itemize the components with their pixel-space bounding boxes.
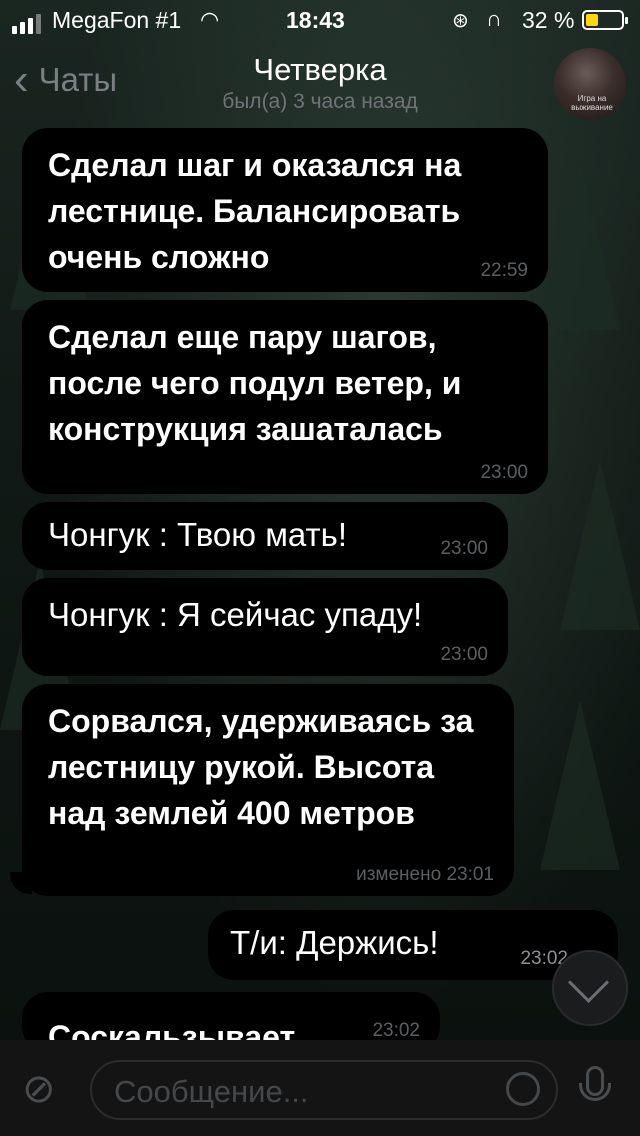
message-bubble[interactable]: Чонгук : Твою мать! 23:00 — [22, 502, 508, 570]
sticker-icon[interactable] — [506, 1072, 540, 1106]
background-tree — [560, 460, 640, 630]
wifi-icon: ◠ — [200, 7, 220, 32]
message-input[interactable]: Сообщение... — [90, 1060, 558, 1120]
scroll-down-button[interactable] — [552, 950, 628, 1026]
background-tree — [540, 700, 620, 870]
status-bar: MegaFon #1 ◠ 18:43 ⊛ ∩ 32 % — [0, 0, 640, 40]
background-tree — [540, 160, 620, 330]
message-text: Сделал шаг и оказался на лестнице. Балан… — [48, 147, 462, 275]
message-text: Сорвался, удерживаясь за лестницу рукой.… — [48, 703, 474, 831]
chat-title[interactable]: Четверка — [0, 52, 640, 88]
message-time: изменено 23:01 — [356, 864, 494, 885]
message-bubble[interactable]: Сделал еще пару шагов, после чего подул … — [22, 300, 548, 494]
message-time: 23:00 — [480, 462, 528, 483]
message-time: 23:00 — [440, 644, 488, 665]
message-time: 23:00 — [440, 538, 488, 559]
status-time: 18:43 — [286, 7, 345, 33]
message-bubble[interactable]: Сорвался, удерживаясь за лестницу рукой.… — [22, 684, 514, 896]
chat-header: ‹ Чаты Четверка был(а) 3 часа назад Игра… — [0, 40, 640, 128]
headphones-icon: ∩ — [486, 6, 502, 31]
microphone-icon[interactable] — [579, 1066, 611, 1101]
battery-percent: 32 % — [522, 7, 575, 33]
chat-avatar[interactable]: Игра на выживание — [554, 48, 626, 120]
message-text: Чонгук : Я сейчас упаду! — [48, 596, 423, 633]
battery-icon — [582, 10, 628, 30]
message-text: Сделал еще пару шагов, после чего подул … — [48, 319, 462, 447]
message-text: Чонгук : Твою мать! — [48, 516, 347, 553]
last-seen-status: был(а) 3 часа назад — [222, 90, 418, 113]
carrier-name: MegaFon #1 — [52, 7, 182, 33]
message-input-bar: ⊘ Сообщение... — [0, 1040, 640, 1136]
avatar-caption: Игра на выживание — [571, 94, 613, 112]
message-time: 23:02 — [372, 1020, 420, 1041]
attach-icon[interactable]: ⊘ — [22, 1066, 56, 1112]
signal-icon — [12, 14, 41, 34]
orientation-lock-icon: ⊛ — [452, 10, 469, 32]
message-bubble[interactable]: Чонгук : Я сейчас упаду! 23:00 — [22, 578, 508, 676]
message-placeholder: Сообщение... — [114, 1074, 309, 1109]
message-bubble[interactable]: Сделал шаг и оказался на лестнице. Балан… — [22, 128, 548, 292]
chevron-down-icon — [567, 961, 610, 1004]
message-time: 22:59 — [480, 260, 528, 281]
